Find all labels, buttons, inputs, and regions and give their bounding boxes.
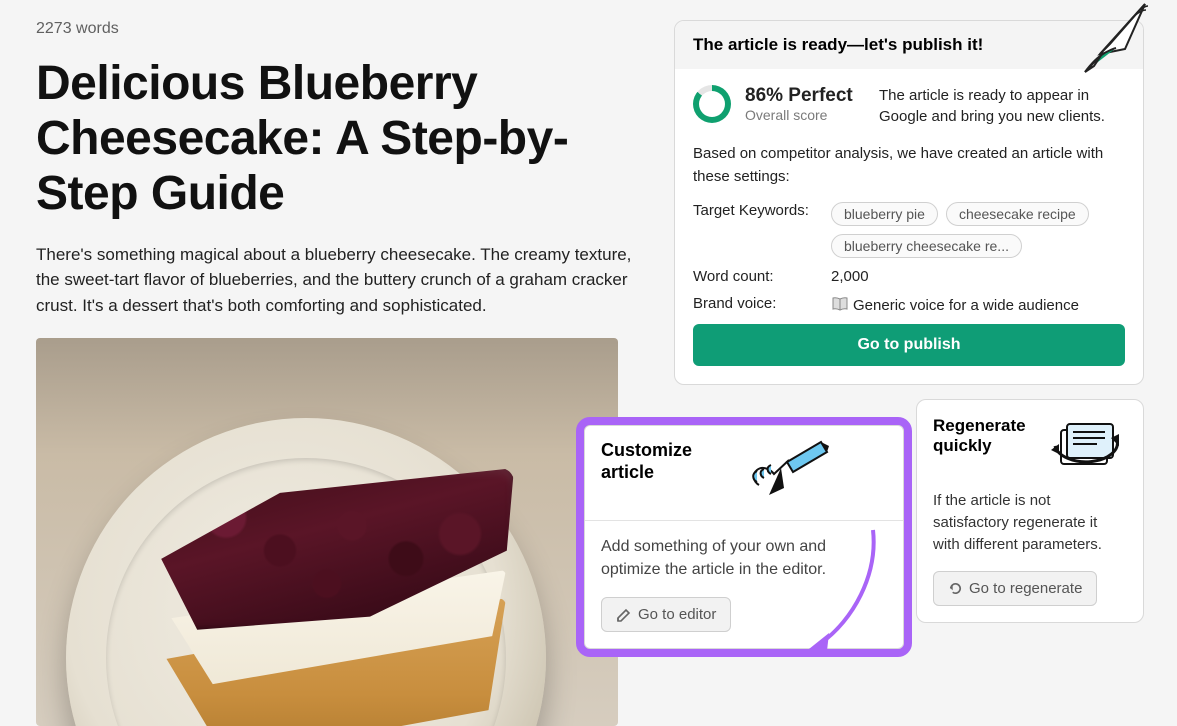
- article-intro: There's something magical about a bluebe…: [36, 242, 636, 319]
- keyword-tag[interactable]: blueberry cheesecake re...: [831, 234, 1022, 258]
- settings-intro: Based on competitor analysis, we have cr…: [693, 143, 1125, 188]
- publish-button[interactable]: Go to publish: [693, 324, 1125, 366]
- score-gauge-icon: [693, 85, 731, 123]
- score-label: Overall score: [745, 107, 865, 123]
- wordcount-label: Word count:: [693, 268, 821, 285]
- edit-icon: [616, 607, 632, 623]
- paper-plane-icon: [1030, 0, 1150, 84]
- score-value: 86% Perfect: [745, 85, 865, 107]
- score-description: The article is ready to appear in Google…: [879, 85, 1125, 127]
- regenerate-title: Regenerate quickly: [933, 416, 1043, 457]
- voice-value: Generic voice for a wide audience: [831, 295, 1079, 314]
- refresh-icon: [948, 581, 963, 596]
- customize-body: Add something of your own and optimize t…: [601, 538, 826, 578]
- customize-card: Customize article Add something of your …: [584, 425, 904, 649]
- book-icon: [831, 295, 849, 313]
- wordcount-value: 2,000: [831, 268, 869, 285]
- regenerate-card: Regenerate quickly If the article is not…: [916, 399, 1144, 623]
- regenerate-body: If the article is not satisfactory regen…: [933, 490, 1127, 555]
- arrow-icon: [803, 525, 883, 655]
- customize-title: Customize article: [601, 440, 721, 483]
- keyword-tags: blueberry pie cheesecake recipe blueberr…: [831, 202, 1125, 258]
- go-to-regenerate-button[interactable]: Go to regenerate: [933, 571, 1097, 606]
- keywords-label: Target Keywords:: [693, 202, 821, 219]
- article-title: Delicious Blueberry Cheesecake: A Step-b…: [36, 56, 654, 222]
- go-to-editor-button[interactable]: Go to editor: [601, 597, 731, 632]
- keyword-tag[interactable]: cheesecake recipe: [946, 202, 1089, 226]
- pencil-hand-icon: [729, 440, 829, 510]
- voice-label: Brand voice:: [693, 295, 821, 312]
- regenerate-icon: [1047, 416, 1127, 476]
- keyword-tag[interactable]: blueberry pie: [831, 202, 938, 226]
- word-count: 2273 words: [36, 20, 654, 38]
- hero-image: [36, 338, 618, 726]
